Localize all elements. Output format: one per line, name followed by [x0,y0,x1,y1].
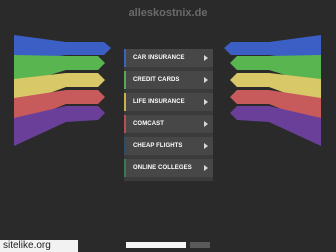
watermark: sitelike.org [0,240,78,252]
arrow-right-icon [204,165,208,171]
menu-item-online-colleges[interactable]: ONLINE COLLEGES [124,159,213,177]
arrow-right-icon [204,143,208,149]
arrow-right-icon [204,77,208,83]
menu-item-label: ONLINE COLLEGES [133,165,192,171]
menu-item-label: LIFE INSURANCE [133,99,185,105]
search-input[interactable] [126,242,186,248]
menu-item-car-insurance[interactable]: CAR INSURANCE [124,49,213,67]
menu-item-label: CHEAP FLIGHTS [133,143,183,149]
arrow-right-icon [204,121,208,127]
search-button[interactable] [190,242,210,248]
menu-item-comcast[interactable]: COMCAST [124,115,213,133]
menu-item-credit-cards[interactable]: CREDIT CARDS [124,71,213,89]
menu-item-label: CREDIT CARDS [133,77,180,83]
menu-item-cheap-flights[interactable]: CHEAP FLIGHTS [124,137,213,155]
arrow-right-icon [204,55,208,61]
related-links-menu: CAR INSURANCE CREDIT CARDS LIFE INSURANC… [124,49,213,181]
menu-item-life-insurance[interactable]: LIFE INSURANCE [124,93,213,111]
menu-item-label: COMCAST [133,121,165,127]
arrow-right-icon [204,99,208,105]
menu-item-label: CAR INSURANCE [133,55,185,61]
